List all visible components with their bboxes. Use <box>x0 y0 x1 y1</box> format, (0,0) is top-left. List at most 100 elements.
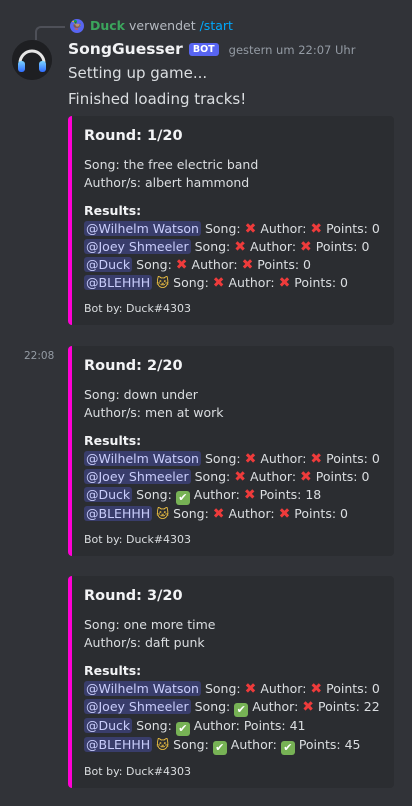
points-value: 22 <box>363 699 380 714</box>
cross-mark-icon: ✖ <box>278 506 291 522</box>
side-timestamp[interactable]: 22:08 <box>24 350 54 362</box>
embed-footer: Bot by: Duck#4303 <box>84 765 192 778</box>
reply-reference[interactable]: 🦆 Duck verwendet /start <box>70 18 233 33</box>
author-label: Author: <box>260 221 307 236</box>
song-label: Song: <box>194 699 231 714</box>
results-section: Results: @Wilhelm Watson Song: ✖ Author: … <box>84 432 382 523</box>
author-label: Author: <box>230 737 277 752</box>
song-label: Song: <box>173 506 209 521</box>
check-mark-icon: ✔ <box>212 741 227 755</box>
user-mention[interactable]: @Wilhelm Watson <box>84 221 201 236</box>
user-mention[interactable]: @Duck <box>84 487 133 502</box>
round-embed: Round: 2/20 Song: down under Author/s: men… <box>68 346 394 556</box>
points-value: 0 <box>361 469 370 484</box>
author-line: Author/s: albert hammond <box>84 175 250 190</box>
message-timestamp[interactable]: gestern um 22:07 Uhr <box>229 43 356 57</box>
bot-name[interactable]: SongGuesser <box>68 40 183 58</box>
cross-mark-icon: ✖ <box>310 681 323 697</box>
result-row: @Wilhelm Watson Song: ✖ Author: ✖ Points… <box>84 220 382 238</box>
headphones-icon <box>12 40 52 80</box>
author-label: Author: <box>191 257 238 272</box>
embed-footer: Bot by: Duck#4303 <box>84 302 192 315</box>
song-line: Song: one more time <box>84 617 216 632</box>
song-label: Song: <box>173 275 209 290</box>
result-row: @Duck Song: ✖ Author: ✖ Points: 0 <box>84 256 382 274</box>
user-mention[interactable]: @Joey Shmeeler <box>84 469 191 484</box>
cross-mark-icon: ✖ <box>244 451 257 467</box>
user-mention[interactable]: @Joey Shmeeler <box>84 699 191 714</box>
cat-face-icon: 🐱 <box>156 275 170 290</box>
points-value: 41 <box>289 718 306 733</box>
cat-face-icon: 🐱 <box>156 737 170 752</box>
cross-mark-icon: ✖ <box>310 221 323 237</box>
author-label: Author: <box>252 699 299 714</box>
check-mark-icon: ✔ <box>175 722 190 736</box>
points-label: Points: <box>318 699 360 714</box>
message-header: SongGuesser BOT gestern um 22:07 Uhr <box>68 40 355 58</box>
check-mark-icon: ✔ <box>175 491 190 505</box>
embed-title: Round: 3/20 <box>84 588 183 604</box>
user-mention[interactable]: @Joey Shmeeler <box>84 239 191 254</box>
song-label: Song: <box>136 257 172 272</box>
song-line: Song: down under <box>84 387 198 402</box>
result-row: @BLEHHH 🐱 Song: ✖ Author: ✖ Points: 0 <box>84 274 382 292</box>
points-value: 45 <box>344 737 361 752</box>
cross-mark-icon: ✖ <box>234 239 246 255</box>
round-embed: Round: 1/20 Song: the free electric band A… <box>68 116 394 325</box>
song-label: Song: <box>204 681 241 696</box>
user-mention[interactable]: @BLEHHH <box>84 275 153 290</box>
bot-avatar[interactable] <box>12 40 52 80</box>
points-label: Points: <box>315 469 358 484</box>
embed-footer: Bot by: Duck#4303 <box>84 533 192 546</box>
reply-connector <box>35 26 65 40</box>
cross-mark-icon: ✖ <box>243 487 256 503</box>
results-label: Results: <box>84 663 142 678</box>
reply-action: verwendet <box>129 18 196 33</box>
points-label: Points: <box>243 718 286 733</box>
points-label: Points: <box>259 487 302 502</box>
song-line: Song: the free electric band <box>84 157 259 172</box>
author-label: Author: <box>228 275 275 290</box>
points-value: 0 <box>371 221 380 236</box>
reply-command[interactable]: /start <box>200 18 233 33</box>
cross-mark-icon: ✖ <box>212 506 225 522</box>
cross-mark-icon: ✖ <box>310 451 323 467</box>
cross-mark-icon: ✖ <box>241 257 254 273</box>
embed-title: Round: 2/20 <box>84 358 183 374</box>
reply-username[interactable]: Duck <box>90 18 125 33</box>
points-value: 0 <box>371 451 380 466</box>
results-label: Results: <box>84 433 142 448</box>
author-label: Author: <box>260 451 307 466</box>
points-label: Points: <box>315 239 358 254</box>
author-label: Author: <box>193 487 240 502</box>
author-line: Author/s: daft punk <box>84 635 205 650</box>
results-label: Results: <box>84 203 142 218</box>
result-row: @Wilhelm Watson Song: ✖ Author: ✖ Points… <box>84 680 382 698</box>
cross-mark-icon: ✖ <box>244 681 257 697</box>
result-row: @Joey Shmeeler Song: ✖ Author: ✖ Points:… <box>84 238 382 256</box>
result-row: @Joey Shmeeler Song: ✔ Author: ✖ Points:… <box>84 698 382 717</box>
author-label: Author: <box>249 469 297 484</box>
cross-mark-icon: ✖ <box>244 221 257 237</box>
cross-mark-icon: ✖ <box>300 239 312 255</box>
result-row: @BLEHHH 🐱 Song: ✔ Author: ✔ Points: 45 <box>84 736 382 755</box>
points-value: 0 <box>303 257 311 272</box>
user-mention[interactable]: @Duck <box>84 718 133 733</box>
points-label: Points: <box>326 681 368 696</box>
points-value: 18 <box>305 487 322 502</box>
cross-mark-icon: ✖ <box>300 469 312 485</box>
user-mention[interactable]: @BLEHHH <box>84 737 153 752</box>
cross-mark-icon: ✖ <box>278 275 291 291</box>
user-mention[interactable]: @Duck <box>84 257 133 272</box>
points-label: Points: <box>257 257 300 272</box>
user-mention[interactable]: @Wilhelm Watson <box>84 451 201 466</box>
song-label: Song: <box>136 487 172 502</box>
user-mention[interactable]: @BLEHHH <box>84 506 153 521</box>
message-text: Finished loading tracks! <box>68 90 247 108</box>
result-row: @Duck Song: ✔ Author: Points: 41 <box>84 717 382 736</box>
user-mention[interactable]: @Wilhelm Watson <box>84 681 201 696</box>
cross-mark-icon: ✖ <box>302 699 315 715</box>
points-value: 0 <box>340 275 348 290</box>
check-mark-icon: ✔ <box>280 741 295 755</box>
result-row: @Duck Song: ✔ Author: ✖ Points: 18 <box>84 486 382 505</box>
